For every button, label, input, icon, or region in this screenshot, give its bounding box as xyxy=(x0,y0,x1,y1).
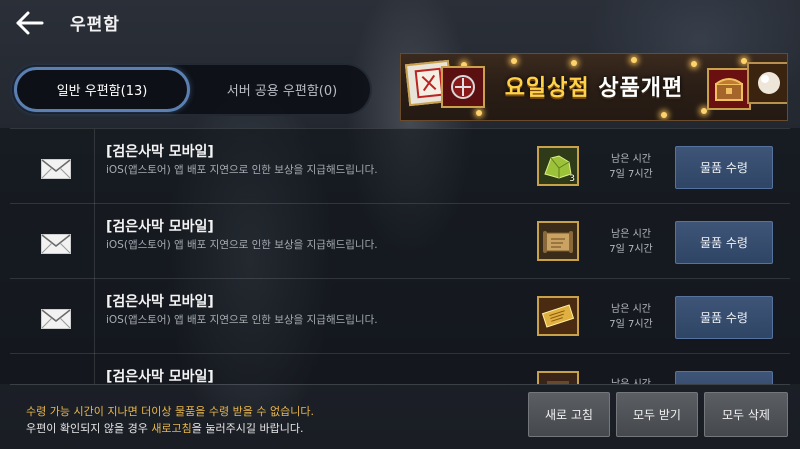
back-button[interactable] xyxy=(14,9,46,37)
refresh-button[interactable]: 새로 고침 xyxy=(528,392,610,437)
scroll-map-icon xyxy=(543,231,573,253)
banner-text: 요일상점 상품개편 xyxy=(489,70,699,102)
banner-text-highlight: 요일상점 xyxy=(504,76,590,101)
reward-item-slot[interactable]: 3 xyxy=(537,146,579,186)
row-divider xyxy=(94,279,95,354)
envelope-icon xyxy=(41,159,71,179)
mail-row[interactable]: [검은사막 모바일] iOS(앱스토어) 앱 배포 지연으로 인한 보상을 지급… xyxy=(10,128,790,204)
mail-title: [검은사막 모바일] xyxy=(106,219,214,235)
shop-banner[interactable]: 요일상점 상품개편 xyxy=(400,53,788,121)
remaining-time-label: 남은 시간 xyxy=(606,375,656,384)
mail-row[interactable]: [검은사막 모바일] iOS(앱스토어) 앱 배포 지연으로 인한 보상을 지급… xyxy=(10,278,790,354)
delete-all-button[interactable]: 모두 삭제 xyxy=(704,392,788,437)
tab-server-shared-mailbox[interactable]: 서버 공용 우편함(0) xyxy=(196,67,368,112)
reward-item-slot[interactable] xyxy=(537,221,579,261)
row-divider xyxy=(94,129,95,204)
gold-ticket-icon xyxy=(541,304,575,328)
claim-item-button[interactable]: 물품 수령 xyxy=(675,221,773,264)
mail-title: [검은사막 모바일] xyxy=(106,369,214,384)
crest-icon xyxy=(441,66,485,108)
remaining-time-label: 남은 시간 xyxy=(611,154,651,165)
claim-item-button[interactable]: 물품 수령 xyxy=(675,146,773,189)
remaining-time-value: 7일 7시간 xyxy=(609,169,653,180)
pearl-icon xyxy=(747,62,787,104)
mail-title: [검은사막 모바일] xyxy=(106,144,214,160)
banner-text-rest: 상품개편 xyxy=(598,76,684,101)
expiry-notice: 수령 가능 시간이 지나면 더이상 물품을 수령 받을 수 없습니다. xyxy=(26,405,314,418)
reward-item-slot[interactable] xyxy=(537,371,579,384)
row-divider xyxy=(94,204,95,279)
refresh-notice-post: 을 눌러주시길 바랍니다. xyxy=(191,422,304,435)
treasure-chest-icon xyxy=(707,68,751,110)
remaining-time-value: 7일 7시간 xyxy=(609,244,653,255)
claim-item-button[interactable]: 물품 수령 xyxy=(675,296,773,339)
back-arrow-icon xyxy=(16,11,44,35)
mail-description: iOS(앱스토어) 앱 배포 지연으로 인한 보상을 지급해드립니다. xyxy=(106,164,378,176)
mailbox-tabs: 일반 우편함(13) 서버 공용 우편함(0) xyxy=(10,63,372,116)
refresh-notice-highlight: 새로고침 xyxy=(151,422,192,435)
footer-divider xyxy=(10,384,790,385)
remaining-time-label: 남은 시간 xyxy=(611,229,651,240)
mail-list: [검은사막 모바일] iOS(앱스토어) 앱 배포 지연으로 인한 보상을 지급… xyxy=(10,128,790,384)
claim-item-button[interactable] xyxy=(675,371,773,384)
reward-item-slot[interactable] xyxy=(537,296,579,336)
mail-description: iOS(앱스토어) 앱 배포 지연으로 인한 보상을 지급해드립니다. xyxy=(106,314,378,326)
refresh-notice-pre: 우편이 확인되지 않을 경우 xyxy=(26,422,152,435)
item-count: 3 xyxy=(569,174,575,184)
mail-row[interactable]: [검은사막 모바일] iOS(앱스토어) 앱 배포 지연으로 인한 보상을 지급… xyxy=(10,203,790,279)
envelope-icon xyxy=(41,234,71,254)
page-title: 우편함 xyxy=(70,15,120,35)
tab-general-mailbox[interactable]: 일반 우편함(13) xyxy=(14,67,190,112)
refresh-notice: 우편이 확인되지 않을 경우 새로고침을 눌러주시길 바랍니다. xyxy=(26,420,304,436)
remaining-time-label: 남은 시간 xyxy=(611,304,651,315)
receive-all-button[interactable]: 모두 받기 xyxy=(616,392,698,437)
mail-row[interactable]: [검은사막 모바일] 남은 시간 xyxy=(10,353,790,384)
remaining-time-value: 7일 7시간 xyxy=(609,319,653,330)
row-divider xyxy=(94,354,95,384)
item-icon xyxy=(547,381,569,384)
mail-title: [검은사막 모바일] xyxy=(106,294,214,310)
mail-description: iOS(앱스토어) 앱 배포 지연으로 인한 보상을 지급해드립니다. xyxy=(106,239,378,251)
envelope-icon xyxy=(41,309,71,329)
